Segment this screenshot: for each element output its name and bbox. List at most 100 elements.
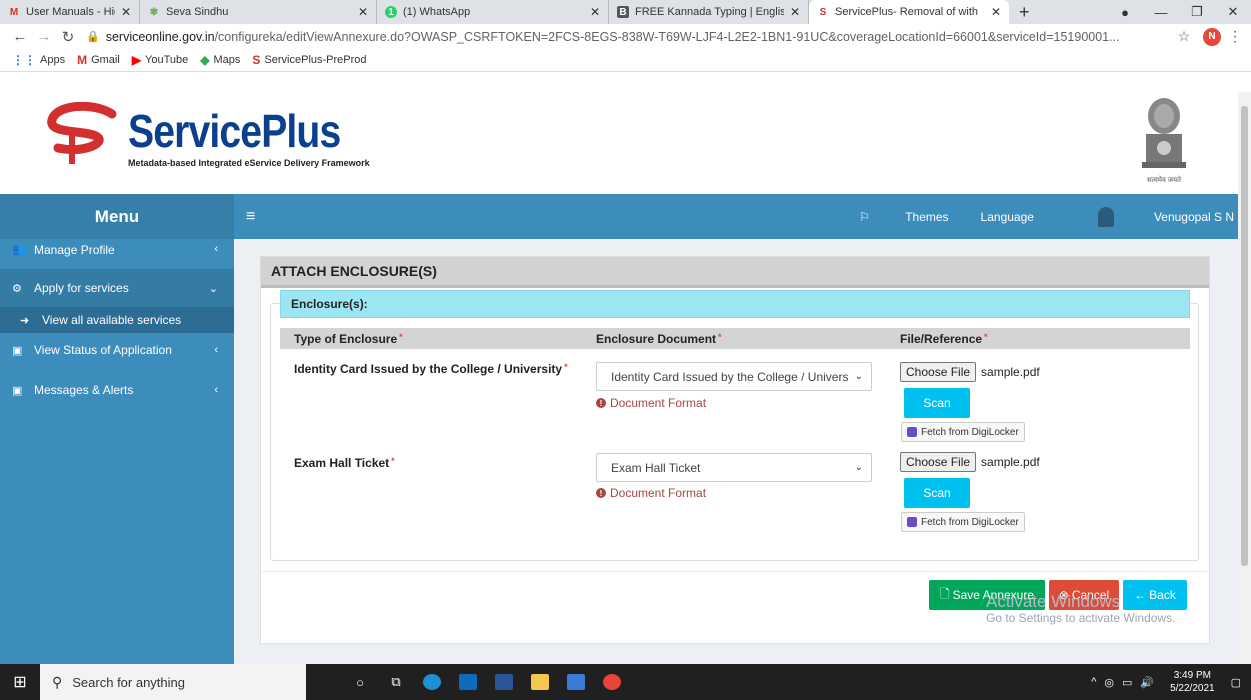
- chevron-up-icon[interactable]: ^: [1091, 676, 1096, 688]
- edge-icon[interactable]: [414, 664, 450, 700]
- taskbar-search[interactable]: ⚲ Search for anything: [40, 664, 306, 700]
- notifications-icon[interactable]: ▢: [1231, 676, 1241, 689]
- svg-text:सत्यमेव जयते: सत्यमेव जयते: [1147, 175, 1182, 184]
- bookmark-apps[interactable]: ⋮⋮ Apps: [12, 53, 65, 67]
- enclosure-document-select[interactable]: Exam Hall Ticket ⌄: [596, 453, 872, 482]
- close-window-icon[interactable]: ✕: [1215, 4, 1251, 20]
- document-format-link[interactable]: ! Document Format: [596, 396, 706, 410]
- brand-name: ServicePlus: [128, 105, 341, 157]
- themes-link[interactable]: ⚐ Themes: [827, 210, 948, 224]
- sidebar-item-apply-for-services[interactable]: ⚙ Apply for services ⌄: [0, 269, 234, 307]
- col-type: Type of Enclosure *: [294, 331, 403, 346]
- serviceplus-icon: S: [819, 6, 827, 18]
- sidebar-item-view-status[interactable]: ▣ View Status of Application ‹: [0, 333, 234, 367]
- seva-sindhu-icon: ✾: [149, 6, 159, 18]
- bookmark-gmail[interactable]: M Gmail: [77, 53, 120, 67]
- chevron-left-icon: ‹: [214, 384, 218, 396]
- bookmark-star-icon[interactable]: ☆: [1171, 28, 1197, 45]
- minimize-icon[interactable]: —: [1143, 5, 1179, 20]
- display-icon[interactable]: ▭: [1122, 676, 1132, 689]
- store-icon[interactable]: [558, 664, 594, 700]
- enclosure-document-select[interactable]: Identity Card Issued by the College / Un…: [596, 362, 872, 391]
- browser-menu-icon[interactable]: ⋮: [1227, 28, 1243, 45]
- fetch-digilocker-button[interactable]: Fetch from DigiLocker: [901, 422, 1025, 442]
- language-link[interactable]: Language: [981, 210, 1034, 224]
- sidebar-item-manage-profile[interactable]: 👥 Manage Profile ‹: [0, 239, 234, 269]
- file-input[interactable]: Choose File sample.pdf: [900, 362, 1040, 382]
- col-file: File/Reference *: [900, 331, 988, 346]
- enclosure-table-header: Type of Enclosure * Enclosure Document * F…: [280, 328, 1190, 349]
- forward-arrow-icon[interactable]: →: [32, 28, 56, 45]
- sidebar-item-messages-alerts[interactable]: ▣ Messages & Alerts ‹: [0, 373, 234, 407]
- close-tab-icon[interactable]: ✕: [790, 5, 800, 19]
- choose-file-button[interactable]: Choose File: [900, 362, 977, 382]
- back-arrow-icon[interactable]: ←: [8, 28, 32, 45]
- window-icon: ▣: [12, 344, 23, 357]
- hamburger-menu-icon[interactable]: ≡: [246, 208, 255, 226]
- volume-icon[interactable]: 🔊: [1140, 676, 1154, 689]
- close-tab-icon[interactable]: ✕: [121, 5, 131, 19]
- attach-enclosures-panel: ATTACH ENCLOSURE(S) Enclosure(s): Type o…: [260, 256, 1210, 644]
- close-tab-icon[interactable]: ✕: [358, 5, 368, 19]
- chevron-left-icon: ‹: [214, 243, 218, 255]
- bookmark-serviceplus-preprod[interactable]: S ServicePlus-PreProd: [252, 53, 366, 67]
- avatar: [1097, 206, 1114, 227]
- close-tab-icon[interactable]: ✕: [590, 5, 600, 19]
- bookmark-youtube[interactable]: ▶ YouTube: [132, 53, 188, 67]
- file-icon: 🗋: [939, 586, 950, 601]
- gmail-icon: M: [77, 53, 88, 68]
- chevron-left-icon: ‹: [214, 344, 218, 356]
- page-title: ATTACH ENCLOSURE(S): [261, 257, 1209, 288]
- windows-activation-watermark: Activate Windows Go to Settings to activ…: [986, 592, 1176, 625]
- file-name: sample.pdf: [981, 365, 1040, 379]
- apps-grid-icon: ⋮⋮: [12, 53, 36, 68]
- digilocker-icon: [907, 517, 917, 527]
- kannada-typing-icon: B: [617, 6, 629, 18]
- close-tab-icon[interactable]: ✕: [991, 5, 1001, 19]
- new-tab-button[interactable]: +: [1009, 0, 1040, 24]
- fetch-digilocker-button[interactable]: Fetch from DigiLocker: [901, 512, 1025, 532]
- tab-user-manuals[interactable]: M User Manuals - Higher Educa ✕: [0, 0, 140, 24]
- chrome-icon[interactable]: [594, 664, 630, 700]
- file-explorer-icon[interactable]: [522, 664, 558, 700]
- tab-seva-sindhu[interactable]: ✾ Seva Sindhu ✕: [140, 0, 377, 24]
- tab-whatsapp[interactable]: 1 (1) WhatsApp ✕: [377, 0, 609, 24]
- file-input[interactable]: Choose File sample.pdf: [900, 452, 1040, 472]
- reload-icon[interactable]: ↻: [56, 28, 80, 46]
- sidebar-title: Menu: [0, 194, 234, 239]
- gmail-icon: M: [9, 6, 19, 18]
- choose-file-button[interactable]: Choose File: [900, 452, 977, 472]
- tab-serviceplus[interactable]: S ServicePlus- Removal of with ✕: [809, 0, 1009, 24]
- restore-icon[interactable]: ❐: [1179, 4, 1215, 20]
- window-icon: ▣: [12, 384, 23, 397]
- bookmarks-bar: ⋮⋮ Apps M Gmail ▶ YouTube ◆ Maps S ServicePlu…: [0, 49, 1251, 71]
- word-icon[interactable]: [486, 664, 522, 700]
- serviceplus-logo: [47, 102, 117, 164]
- info-icon: !: [596, 398, 606, 408]
- task-view-icon[interactable]: ⧉: [378, 664, 414, 700]
- user-menu[interactable]: Venugopal S N: [1066, 206, 1234, 227]
- address-bar[interactable]: 🔒 serviceonline.gov.in/configureka/editV…: [86, 26, 1165, 48]
- network-icon[interactable]: ◎: [1104, 676, 1114, 689]
- bookmark-maps[interactable]: ◆ Maps: [200, 53, 240, 67]
- tab-kannada-typing[interactable]: B FREE Kannada Typing | Englis ✕: [609, 0, 809, 24]
- sidebar-item-view-all-services[interactable]: ➜ View all available services: [0, 307, 234, 333]
- info-icon: !: [596, 488, 606, 498]
- cogs-icon: ⚙: [12, 282, 22, 295]
- windows-start-icon[interactable]: ⊞: [0, 664, 40, 700]
- mail-icon[interactable]: [450, 664, 486, 700]
- cortana-icon[interactable]: ○: [342, 664, 378, 700]
- youtube-icon: ▶: [131, 53, 142, 68]
- scrollbar-thumb[interactable]: [1241, 106, 1248, 566]
- profile-menu-icon[interactable]: ●: [1107, 5, 1143, 20]
- document-format-link[interactable]: ! Document Format: [596, 486, 706, 500]
- site-header: ServicePlus Metadata-based Integrated eS…: [0, 92, 1238, 194]
- browser-toolbar: ← → ↻ 🔒 serviceonline.gov.in/configureka…: [0, 24, 1251, 72]
- scan-button[interactable]: Scan: [904, 388, 970, 418]
- profile-avatar[interactable]: N: [1203, 27, 1221, 46]
- scan-button[interactable]: Scan: [904, 478, 970, 508]
- national-emblem: सत्यमेव जयते: [1142, 98, 1186, 184]
- taskbar-clock[interactable]: 3:49 PM 5/22/2021: [1170, 669, 1215, 695]
- page-scrollbar[interactable]: [1238, 92, 1251, 664]
- file-name: sample.pdf: [981, 455, 1040, 469]
